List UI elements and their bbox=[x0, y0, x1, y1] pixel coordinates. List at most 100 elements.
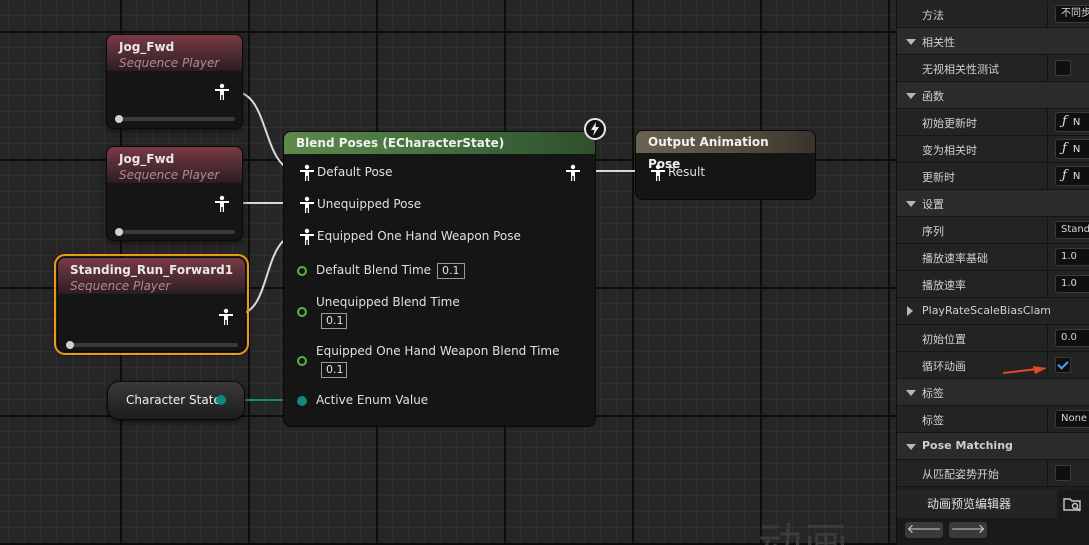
equipped-blend-time-input[interactable]: 0.1 bbox=[321, 362, 347, 378]
pose-output-pin-icon[interactable] bbox=[565, 164, 581, 182]
slider-knob[interactable] bbox=[115, 115, 123, 123]
property-checkbox[interactable] bbox=[1055, 60, 1071, 76]
details-property-row[interactable]: 初始位置 0.0 bbox=[897, 325, 1089, 352]
float-pin-icon[interactable] bbox=[297, 307, 307, 317]
node-header: Jog_Fwd Sequence Player bbox=[107, 35, 242, 71]
active-enum-value-pin[interactable]: Active Enum Value bbox=[316, 392, 428, 408]
pin-label: Equipped One Hand Weapon Blend Time bbox=[316, 344, 560, 358]
details-property-row[interactable]: 变为相关时 ƒ N bbox=[897, 136, 1089, 163]
float-pin-icon[interactable] bbox=[297, 266, 307, 276]
position-slider[interactable] bbox=[115, 115, 235, 123]
chevron-down-icon[interactable] bbox=[906, 390, 916, 396]
property-value-field[interactable]: None bbox=[1055, 410, 1089, 428]
property-value-field[interactable]: 不同步 bbox=[1055, 5, 1089, 23]
default-blend-time-pin[interactable]: Default Blend Time 0.1 bbox=[316, 262, 465, 279]
unequipped-pose-pin[interactable]: Unequipped Pose bbox=[300, 196, 421, 213]
back-button[interactable]: 🡐 bbox=[905, 522, 943, 538]
column-splitter[interactable] bbox=[1047, 136, 1048, 163]
anim-graph-canvas[interactable]: 动画 Jog_Fwd Sequence Player Jog_Fwd Seque… bbox=[0, 0, 896, 545]
pin-label: Unequipped Blend Time bbox=[316, 295, 460, 309]
function-binding-field[interactable]: ƒN bbox=[1055, 139, 1089, 159]
slider-knob[interactable] bbox=[115, 228, 123, 236]
pose-output-pin-icon[interactable] bbox=[218, 308, 234, 326]
column-splitter[interactable] bbox=[1047, 460, 1048, 487]
chevron-down-icon[interactable] bbox=[906, 93, 916, 99]
unequipped-blend-time-pin[interactable]: Unequipped Blend Time 0.1 bbox=[316, 294, 460, 329]
details-property-row[interactable]: 循环动画 bbox=[897, 352, 1089, 379]
function-binding-field[interactable]: ƒN bbox=[1055, 166, 1089, 186]
details-property-row[interactable]: 标签 None bbox=[897, 406, 1089, 433]
details-property-row[interactable]: 初始更新时 ƒ N bbox=[897, 109, 1089, 136]
default-pose-pin[interactable]: Default Pose bbox=[300, 164, 393, 181]
details-subcategory[interactable]: PlayRateScaleBiasClamp bbox=[897, 298, 1089, 325]
blend-poses-node[interactable]: Blend Poses (ECharacterState) Default Po… bbox=[283, 131, 596, 427]
enum-pin-icon[interactable] bbox=[216, 395, 226, 405]
column-splitter[interactable] bbox=[1047, 109, 1048, 136]
default-blend-time-input[interactable]: 0.1 bbox=[437, 263, 465, 279]
column-splitter[interactable] bbox=[1047, 1, 1048, 28]
forward-button[interactable]: 🡒 bbox=[949, 522, 987, 538]
chevron-down-icon[interactable] bbox=[906, 201, 916, 207]
position-slider[interactable] bbox=[66, 341, 238, 349]
node-subtitle: Sequence Player bbox=[70, 279, 171, 293]
column-splitter[interactable] bbox=[1047, 55, 1048, 82]
pose-input-pin-icon[interactable] bbox=[650, 164, 666, 186]
pose-input-pin-icon[interactable] bbox=[299, 164, 315, 186]
details-property-row[interactable]: 序列 Standing bbox=[897, 217, 1089, 244]
equipped-blend-time-pin[interactable]: Equipped One Hand Weapon Blend Time 0.1 bbox=[316, 343, 559, 378]
output-node-title: Output Animation Pose bbox=[636, 131, 815, 171]
function-binding-value: N bbox=[1072, 117, 1081, 128]
details-category[interactable]: 相关性 bbox=[897, 28, 1089, 55]
position-slider[interactable] bbox=[115, 228, 235, 236]
details-property-row[interactable]: 无视相关性测试 bbox=[897, 55, 1089, 82]
details-property-row[interactable]: 从匹配姿势开始 bbox=[897, 460, 1089, 487]
sequence-player-node-jog-fwd-2[interactable]: Jog_Fwd Sequence Player bbox=[106, 146, 243, 241]
equipped-pose-pin[interactable]: Equipped One Hand Weapon Pose bbox=[300, 228, 521, 245]
property-value-field[interactable]: 0.0 bbox=[1055, 329, 1089, 347]
property-checkbox[interactable] bbox=[1055, 357, 1071, 373]
pose-output-pin-icon[interactable] bbox=[214, 195, 230, 213]
details-category[interactable]: 函数 bbox=[897, 82, 1089, 109]
column-splitter[interactable] bbox=[1047, 325, 1048, 352]
enum-pin-icon[interactable] bbox=[297, 396, 307, 406]
property-value-field[interactable]: 1.0 bbox=[1055, 275, 1089, 293]
pose-input-pin-icon[interactable] bbox=[299, 228, 315, 250]
details-row-label: 方法 bbox=[922, 9, 944, 22]
property-value-field[interactable]: Standing bbox=[1055, 221, 1089, 239]
chevron-right-icon[interactable] bbox=[907, 306, 913, 316]
chevron-down-icon[interactable] bbox=[906, 39, 916, 45]
details-category[interactable]: 标签 bbox=[897, 379, 1089, 406]
details-property-row[interactable]: 播放速率 1.0 bbox=[897, 271, 1089, 298]
details-category[interactable]: Pose Matching bbox=[897, 433, 1089, 460]
result-pin[interactable]: Result bbox=[651, 164, 705, 181]
column-splitter[interactable] bbox=[1047, 244, 1048, 271]
column-splitter[interactable] bbox=[1047, 406, 1048, 433]
column-splitter[interactable] bbox=[1047, 217, 1048, 244]
fast-path-lightning-icon bbox=[584, 118, 606, 140]
details-property-row[interactable]: 播放速率基础 1.0 bbox=[897, 244, 1089, 271]
sequence-player-node-jog-fwd-1[interactable]: Jog_Fwd Sequence Player bbox=[106, 34, 243, 129]
tab-anim-preview-editor[interactable]: 动画预览编辑器 bbox=[897, 490, 1057, 518]
sequence-player-node-standing-run-forward[interactable]: Standing_Run_Forward1 Sequence Player bbox=[54, 254, 249, 355]
property-value-field[interactable]: 1.0 bbox=[1055, 248, 1089, 266]
search-folder-icon[interactable] bbox=[1063, 495, 1081, 513]
output-animation-pose-node[interactable]: Output Animation Pose Result bbox=[635, 130, 816, 200]
pose-output-pin-icon[interactable] bbox=[214, 83, 230, 101]
column-splitter[interactable] bbox=[1047, 163, 1048, 190]
unequipped-blend-time-input[interactable]: 0.1 bbox=[321, 313, 347, 329]
pin-label: Default Pose bbox=[317, 165, 393, 179]
chevron-down-icon[interactable] bbox=[906, 444, 916, 450]
function-icon: ƒ bbox=[1062, 168, 1067, 183]
details-property-row[interactable]: 更新时 ƒ N bbox=[897, 163, 1089, 190]
function-binding-field[interactable]: ƒN bbox=[1055, 112, 1089, 132]
details-row-label: 相关性 bbox=[922, 36, 955, 49]
pin-label: Default Blend Time bbox=[316, 263, 432, 277]
column-splitter[interactable] bbox=[1047, 271, 1048, 298]
pose-input-pin-icon[interactable] bbox=[299, 196, 315, 218]
property-checkbox[interactable] bbox=[1055, 465, 1071, 481]
character-state-variable-node[interactable]: Character State bbox=[107, 381, 245, 420]
slider-knob[interactable] bbox=[66, 341, 74, 349]
details-category[interactable]: 设置 bbox=[897, 190, 1089, 217]
details-property-row[interactable]: 方法 不同步 bbox=[897, 1, 1089, 28]
float-pin-icon[interactable] bbox=[297, 356, 307, 366]
